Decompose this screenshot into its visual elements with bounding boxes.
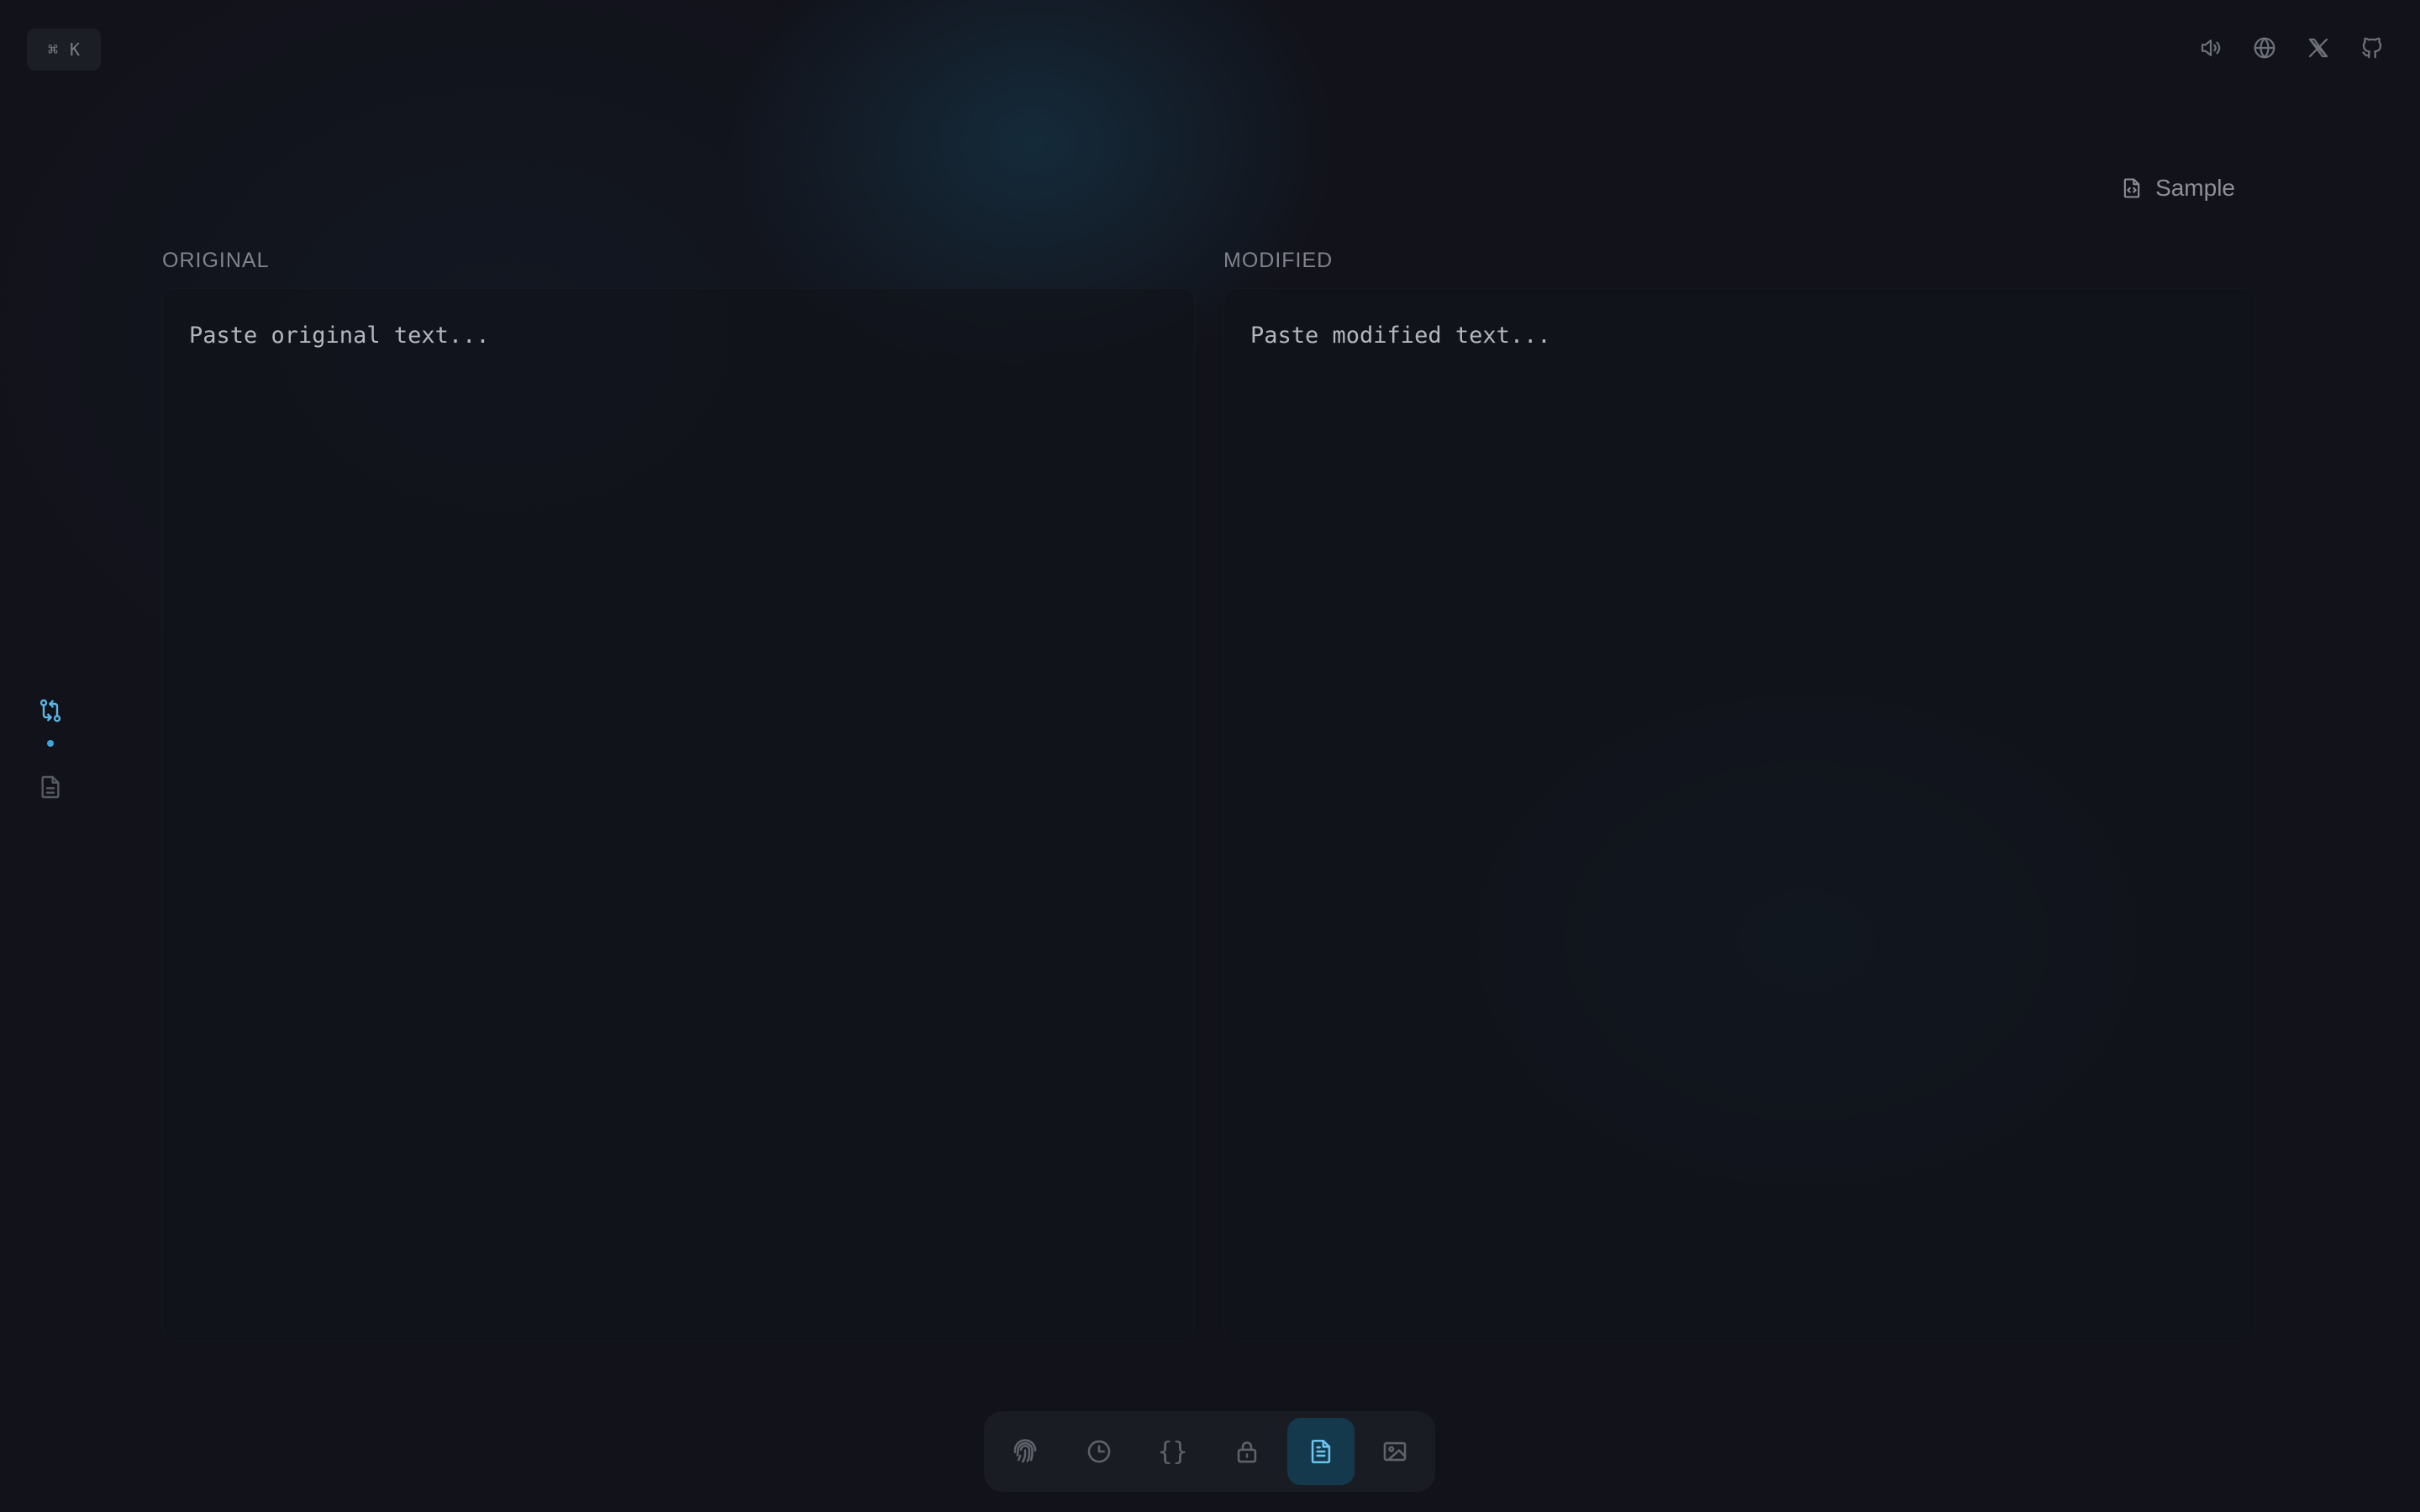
image-icon — [1383, 1441, 1406, 1462]
braces-icon: {} — [1157, 1436, 1188, 1467]
tool-dock: {} — [984, 1411, 1435, 1492]
github-icon[interactable] — [2358, 34, 2386, 62]
dock-lock-button[interactable] — [1213, 1418, 1281, 1485]
shortcut-key-letter: K — [70, 39, 81, 60]
command-palette-shortcut[interactable]: ⌘ K — [27, 29, 101, 71]
file-code-icon — [2123, 178, 2140, 198]
dock-fingerprint-button[interactable] — [992, 1418, 1059, 1485]
globe-icon[interactable] — [2250, 34, 2279, 62]
lock-icon — [1237, 1441, 1256, 1463]
active-indicator-dot — [47, 740, 54, 747]
header-icon-bar — [2196, 34, 2386, 62]
speaker-icon[interactable] — [2196, 34, 2225, 62]
side-rail — [35, 697, 66, 805]
fingerprint-icon — [1013, 1439, 1036, 1463]
document-icon[interactable] — [37, 774, 64, 805]
modified-editor-panel — [1223, 288, 2256, 1341]
x-logo-icon[interactable] — [2304, 34, 2333, 62]
modified-label: MODIFIED — [1223, 249, 1334, 272]
dock-json-button[interactable]: {} — [1139, 1418, 1207, 1485]
command-key-symbol: ⌘ — [47, 39, 58, 60]
sample-button-label: Sample — [2155, 175, 2235, 201]
original-label: ORIGINAL — [162, 249, 270, 272]
modified-text-input[interactable] — [1224, 289, 2255, 1341]
dock-clock-button[interactable] — [1065, 1418, 1133, 1485]
clock-icon — [1087, 1440, 1110, 1463]
dock-diff-button[interactable] — [1286, 1418, 1355, 1485]
original-editor-panel — [162, 288, 1195, 1341]
sample-button[interactable]: Sample — [2120, 175, 2235, 202]
dock-image-button[interactable] — [1361, 1418, 1428, 1485]
document-text-icon — [1311, 1439, 1330, 1464]
original-text-input[interactable] — [163, 289, 1194, 1341]
compare-icon[interactable] — [37, 697, 64, 728]
